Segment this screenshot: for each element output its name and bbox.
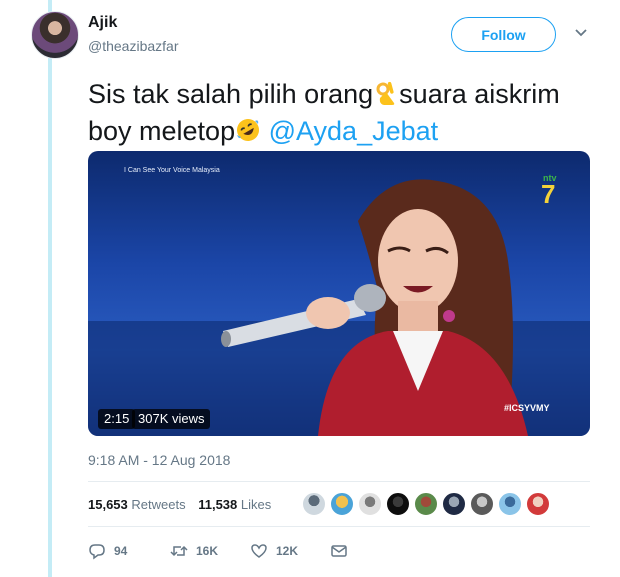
retweet-action[interactable]: 16K xyxy=(170,541,218,561)
liker-avatar[interactable] xyxy=(414,492,438,516)
message-icon xyxy=(331,545,347,557)
liker-avatar[interactable] xyxy=(526,492,550,516)
reply-count: 94 xyxy=(114,544,128,558)
reply-icon xyxy=(89,544,105,560)
tweet-text-part2: suara aiskrim xyxy=(399,79,560,109)
heart-icon xyxy=(251,544,267,558)
chevron-down-icon[interactable] xyxy=(574,26,588,40)
likes-stat[interactable]: 11,538 Likes xyxy=(198,497,271,512)
direct-message-action[interactable] xyxy=(330,541,356,561)
video-views-badge: 307K views xyxy=(132,409,211,429)
tweet-text: Sis tak salah pilih orang suara aiskrim … xyxy=(88,76,598,150)
video-frame: ntv 7 xyxy=(88,173,590,436)
retweets-stat[interactable]: 15,653 Retweets xyxy=(88,497,186,512)
user-name[interactable]: Ajik xyxy=(88,14,117,32)
thread-connector-line xyxy=(48,0,52,577)
liker-avatar[interactable] xyxy=(330,492,354,516)
liker-avatar[interactable] xyxy=(442,492,466,516)
retweet-count: 16K xyxy=(196,544,219,558)
tweet-text-part1: Sis tak salah pilih orang xyxy=(88,79,374,109)
retweets-count: 15,653 xyxy=(88,497,128,512)
video-duration-badge: 2:15 xyxy=(98,409,136,429)
liker-avatar[interactable] xyxy=(358,492,382,516)
video-caption: I Can See Your Voice Malaysia xyxy=(124,167,220,174)
liker-avatar[interactable] xyxy=(302,492,326,516)
svg-text:7: 7 xyxy=(541,179,555,209)
liker-avatar[interactable] xyxy=(386,492,410,516)
divider-bottom xyxy=(88,526,590,527)
engagement-stats: 15,653 Retweets 11,538 Likes xyxy=(88,497,271,512)
user-handle[interactable]: @theazibazfar xyxy=(88,38,178,54)
likes-count: 11,538 xyxy=(198,497,238,512)
likes-label: Likes xyxy=(240,497,272,512)
liker-avatar[interactable] xyxy=(498,492,522,516)
like-action[interactable]: 12K xyxy=(250,541,298,561)
mention-link[interactable]: @Ayda_Jebat xyxy=(269,116,439,146)
tweet-timestamp[interactable]: 9:18 AM - 12 Aug 2018 xyxy=(88,452,230,468)
avatar[interactable] xyxy=(31,11,79,59)
video-hashtag: #ICSYVMY xyxy=(504,403,550,413)
video-player[interactable]: ntv 7 I Can See Your Voice Malaysia #ICS… xyxy=(88,151,590,436)
rofl-emoji-icon xyxy=(237,119,260,141)
retweets-label: Retweets xyxy=(131,497,186,512)
follow-button[interactable]: Follow xyxy=(451,17,556,52)
retweet-icon xyxy=(170,545,188,557)
tweet-text-part3: boy meletop xyxy=(88,116,236,146)
like-count: 12K xyxy=(276,544,299,558)
reply-action[interactable]: 94 xyxy=(88,541,127,561)
divider-top xyxy=(88,481,590,482)
liker-avatar[interactable] xyxy=(470,492,494,516)
ok-hand-emoji-icon xyxy=(376,81,395,105)
